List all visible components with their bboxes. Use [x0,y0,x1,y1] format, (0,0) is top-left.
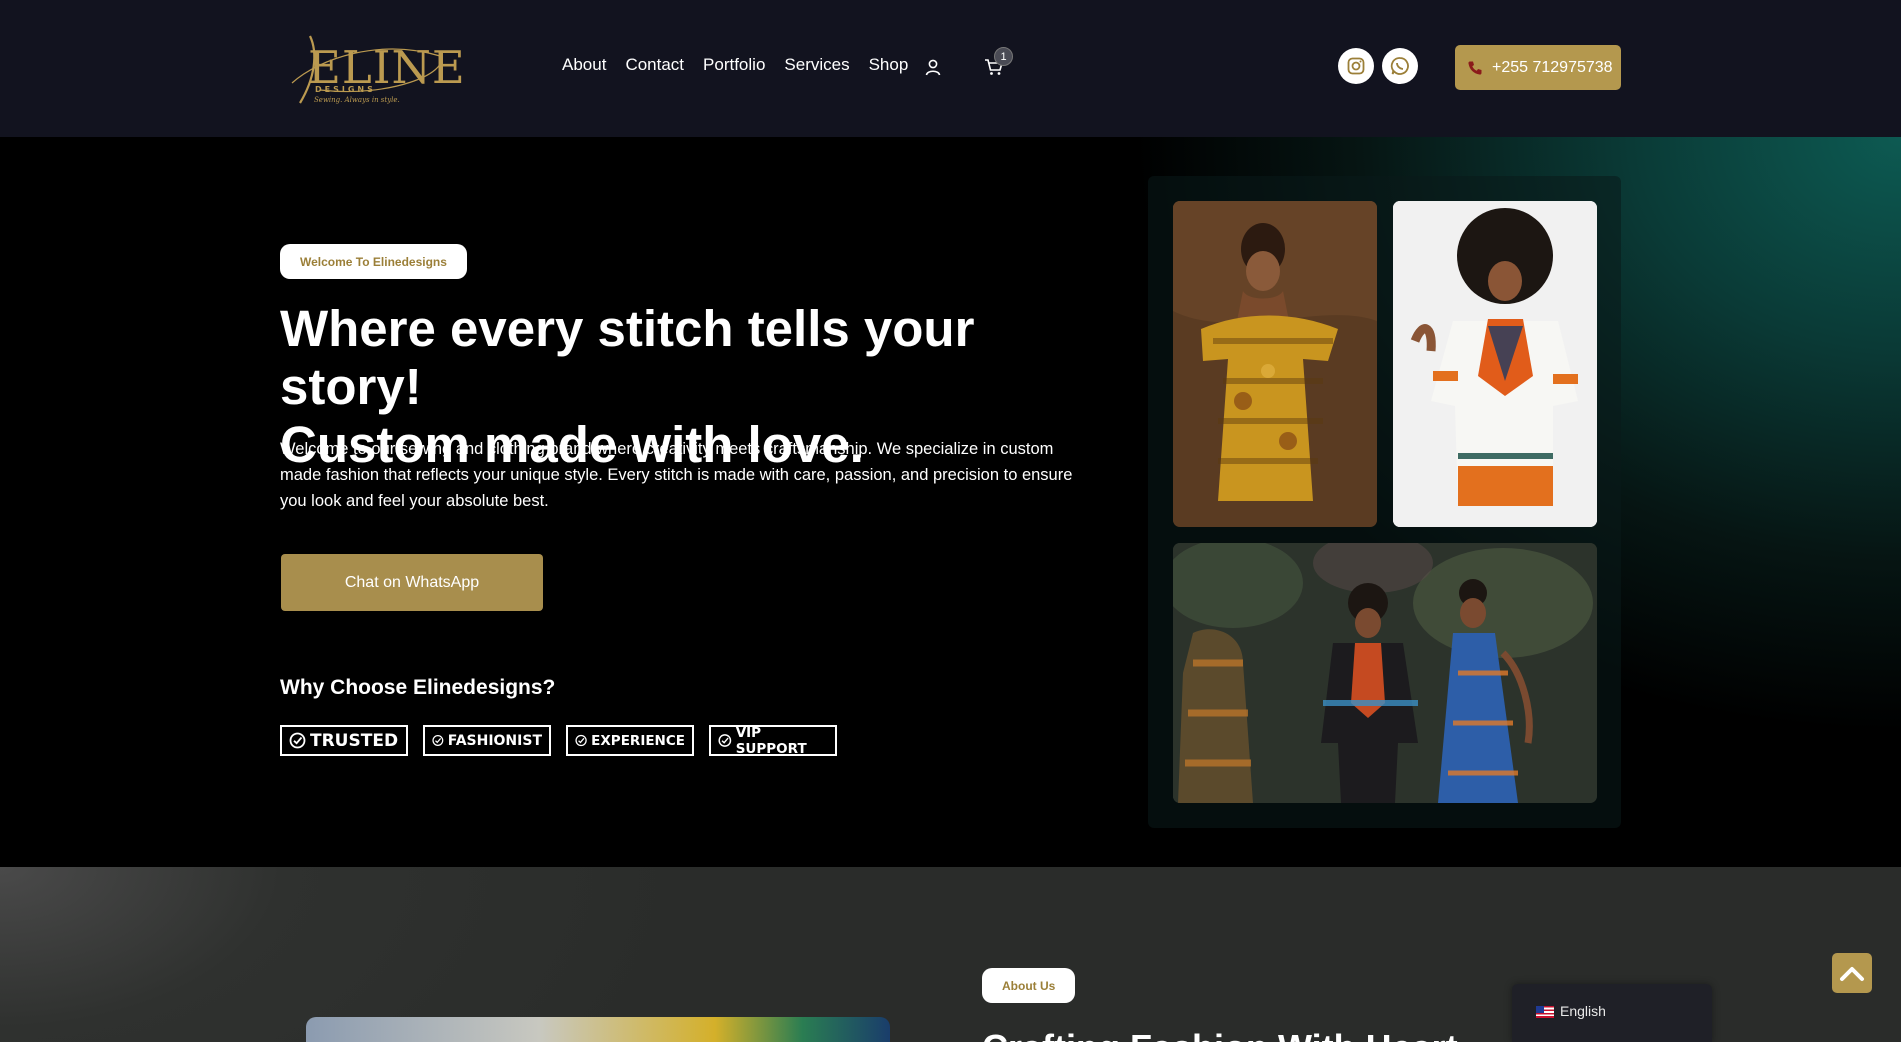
photo-group-dancing [1173,543,1597,803]
whatsapp-icon [1390,57,1409,75]
welcome-pill: Welcome To Elinedesigns [280,244,467,279]
scroll-to-top-button[interactable] [1832,953,1872,993]
hero-title-line1: Where every stitch tells your story! [280,300,975,415]
logo-subtext: DESIGNS [315,85,376,94]
site-header: ELINE DESIGNS Sewing. Always in style. A… [0,0,1901,137]
user-icon[interactable] [924,57,942,77]
logo-text: ELINE [308,41,466,94]
us-flag-icon [1536,1006,1554,1018]
badge-label: TRUSTED [310,730,399,751]
about-image [306,1017,890,1042]
why-choose-heading: Why Choose Elinedesigns? [280,676,556,699]
badge-label: EXPERIENCE [591,732,685,749]
instagram-icon [1347,57,1365,75]
photo-woman-yellow-dress [1173,201,1377,527]
nav-portfolio[interactable]: Portfolio [703,55,765,75]
logo-tagline: Sewing. Always in style. [314,96,400,104]
nav-services[interactable]: Services [784,55,849,75]
language-selector[interactable]: English [1512,984,1712,1042]
woman-yellow-dress-illustration [1173,201,1377,527]
logo[interactable]: ELINE DESIGNS Sewing. Always in style. [280,28,465,108]
badge-experience: EXPERIENCE [566,725,694,756]
phone-number: +255 712975738 [1492,58,1613,76]
photo-woman-dashiki [1393,201,1597,527]
phone-icon [1468,61,1482,75]
nav-about[interactable]: About [562,55,606,75]
chevron-up-icon [1840,967,1864,981]
whatsapp-button[interactable] [1382,48,1418,84]
badge-label: FASHIONIST [447,732,542,749]
badge-vip-support: VIP SUPPORT [709,724,837,757]
cart-count-badge: 1 [994,47,1013,66]
language-label: English [1560,1003,1606,1019]
about-title: Crafting Fashion With Heart [982,1028,1458,1042]
main-nav: About Contact Portfolio Services Shop [562,55,927,75]
badge-trusted: TRUSTED [280,725,408,756]
nav-shop[interactable]: Shop [869,55,909,75]
badge-label: VIP SUPPORT [735,724,807,757]
badge-fashionist: FASHIONIST [423,725,551,756]
woman-dashiki-illustration [1393,201,1597,527]
group-dancing-illustration [1173,543,1597,803]
chat-whatsapp-button[interactable]: Chat on WhatsApp [281,554,543,611]
phone-button[interactable]: +255 712975738 [1455,45,1621,90]
check-circle-icon [575,734,587,747]
check-circle-icon [432,735,444,746]
instagram-button[interactable] [1338,48,1374,84]
check-circle-icon [718,734,732,747]
hero-description: Welcome to our sewing and clothing brand… [280,440,1073,510]
check-circle-icon [289,732,306,749]
about-pill: About Us [982,968,1076,1003]
nav-contact[interactable]: Contact [625,55,684,75]
